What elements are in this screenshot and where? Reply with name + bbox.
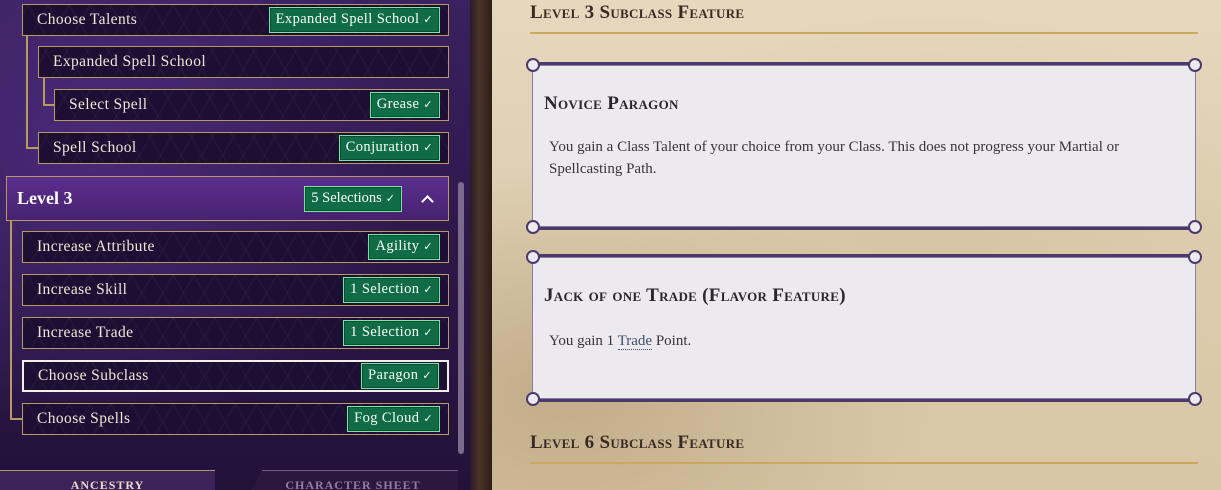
check-icon: ✓ xyxy=(423,284,433,296)
choose-subclass-row[interactable]: Choose Subclass Paragon ✓ xyxy=(22,360,449,392)
select-spell-row[interactable]: Select Spell Grease ✓ xyxy=(54,89,449,121)
increase-attribute-row[interactable]: Increase Attribute Agility ✓ xyxy=(22,231,449,263)
tab-character-sheet[interactable]: CHARACTER SHEET xyxy=(248,470,458,490)
row-label: Increase Skill xyxy=(37,281,128,298)
row-label: Choose Spells xyxy=(37,410,131,427)
increase-skill-row[interactable]: Increase Skill 1 Selection ✓ xyxy=(22,274,449,306)
choose-spells-row[interactable]: Choose Spells Fog Cloud ✓ xyxy=(22,403,449,435)
corner-ornament xyxy=(1188,58,1202,72)
selection-badge: Fog Cloud ✓ xyxy=(347,406,440,432)
corner-ornament xyxy=(1188,250,1202,264)
corner-ornament xyxy=(1188,220,1202,234)
check-icon: ✓ xyxy=(422,370,432,382)
row-label: Increase Trade xyxy=(37,324,134,341)
corner-ornament xyxy=(526,58,540,72)
selection-badge: 1 Selection ✓ xyxy=(343,320,440,346)
check-icon: ✓ xyxy=(385,192,395,205)
corner-ornament xyxy=(1188,392,1202,406)
corner-ornament xyxy=(526,220,540,234)
tree-line xyxy=(26,36,28,148)
increase-trade-row[interactable]: Increase Trade 1 Selection ✓ xyxy=(22,317,449,349)
corner-ornament xyxy=(526,392,540,406)
description-text: You gain 1 xyxy=(549,333,618,349)
level-3-header[interactable]: Level 3 5 Selections ✓ xyxy=(6,176,449,221)
feature-card-novice-paragon: Novice Paragon You gain a Class Talent o… xyxy=(526,58,1202,234)
tree-line xyxy=(10,221,12,419)
section-heading: Level 3 Subclass Feature xyxy=(530,2,745,23)
check-icon: ✓ xyxy=(423,99,433,111)
selection-badge: Grease ✓ xyxy=(369,92,440,118)
check-icon: ✓ xyxy=(423,327,433,339)
tab-ancestry[interactable]: ANCESTRY xyxy=(0,470,215,490)
check-icon: ✓ xyxy=(423,413,433,425)
scrollbar[interactable] xyxy=(458,182,464,454)
build-panel: Choose Talents Expanded Spell School ✓ Ex… xyxy=(0,0,470,490)
corner-ornament xyxy=(526,250,540,264)
choose-talents-row[interactable]: Choose Talents Expanded Spell School ✓ xyxy=(22,4,449,36)
row-label: Select Spell xyxy=(69,96,148,113)
selection-badge: Expanded Spell School ✓ xyxy=(268,7,440,33)
feature-title: Jack of one Trade (Flavor Feature) xyxy=(544,285,846,306)
row-label: Spell School xyxy=(53,139,137,156)
panel-divider xyxy=(470,0,492,490)
feature-card-jack-of-one-trade: Jack of one Trade (Flavor Feature) You g… xyxy=(526,250,1202,406)
selection-count-badge: 5 Selections ✓ xyxy=(304,185,402,212)
check-icon: ✓ xyxy=(423,14,433,26)
selection-badge: Agility ✓ xyxy=(368,234,440,260)
check-icon: ✓ xyxy=(423,142,433,154)
description-text: Point. xyxy=(652,333,692,349)
tree-line xyxy=(43,78,45,105)
feature-details-panel: Level 3 Subclass Feature Novice Paragon … xyxy=(492,0,1221,490)
section-divider xyxy=(530,32,1198,34)
selection-badge: 1 Selection ✓ xyxy=(343,277,440,303)
row-label: Choose Talents xyxy=(37,11,138,28)
row-label: Choose Subclass xyxy=(38,367,149,384)
trade-link[interactable]: Trade xyxy=(617,333,653,350)
feature-description: You gain 1 Trade Point. xyxy=(549,330,1166,352)
level-title: Level 3 xyxy=(17,188,73,208)
chevron-up-icon[interactable] xyxy=(420,192,434,206)
spell-school-row[interactable]: Spell School Conjuration ✓ xyxy=(38,132,449,164)
section-divider xyxy=(530,462,1198,464)
row-label: Increase Attribute xyxy=(37,238,155,255)
selection-badge: Paragon ✓ xyxy=(361,363,439,389)
feature-description: You gain a Class Talent of your choice f… xyxy=(549,139,1120,177)
tree-line xyxy=(10,418,22,420)
feature-title: Novice Paragon xyxy=(544,93,679,114)
row-label: Expanded Spell School xyxy=(53,53,207,70)
selection-badge: Conjuration ✓ xyxy=(338,135,440,161)
tree-line xyxy=(26,147,38,149)
check-icon: ✓ xyxy=(423,241,433,253)
expanded-spell-school-row[interactable]: Expanded Spell School xyxy=(38,46,449,78)
section-heading: Level 6 Subclass Feature xyxy=(530,432,745,453)
